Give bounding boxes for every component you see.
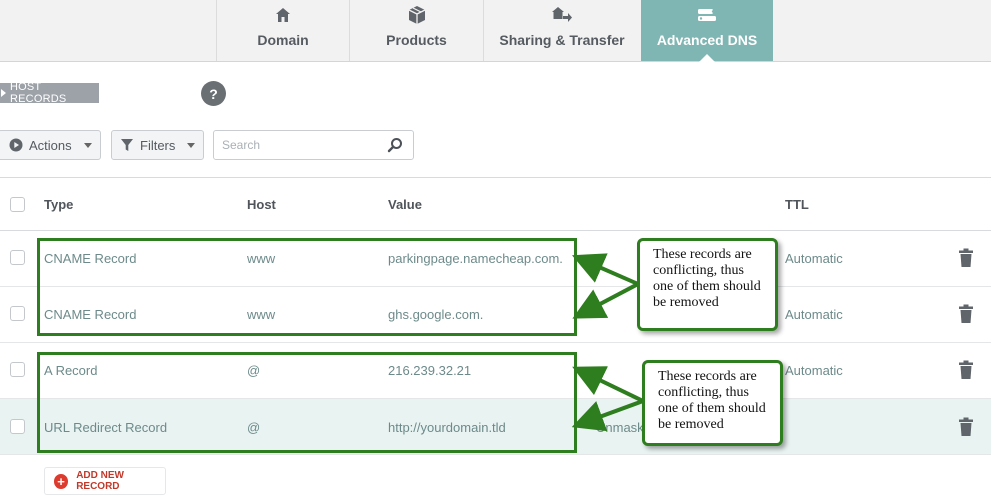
filters-dropdown-button[interactable]: Filters bbox=[111, 130, 204, 160]
host-records-label: HOST RECORDS bbox=[10, 81, 67, 105]
chevron-down-icon bbox=[83, 142, 92, 148]
actions-dropdown-button[interactable]: Actions bbox=[0, 130, 101, 160]
record-ttl: Automatic bbox=[785, 363, 843, 378]
dns-server-icon bbox=[696, 4, 718, 26]
plus-circle-icon: + bbox=[54, 473, 69, 489]
column-header-ttl[interactable]: TTL bbox=[785, 197, 809, 212]
tab-sharing-transfer-label: Sharing & Transfer bbox=[499, 32, 625, 48]
trash-icon[interactable] bbox=[958, 248, 974, 268]
filters-label: Filters bbox=[140, 137, 176, 153]
tab-domain[interactable]: Domain bbox=[216, 0, 349, 61]
annotation-callout: These records are conflicting, thus one … bbox=[637, 238, 778, 331]
row-checkbox[interactable] bbox=[10, 419, 25, 434]
select-all-checkbox[interactable] bbox=[10, 197, 25, 212]
tab-advanced-dns[interactable]: Advanced DNS bbox=[641, 0, 773, 62]
caret-right-icon bbox=[1, 89, 6, 97]
actions-label: Actions bbox=[29, 137, 72, 153]
domain-tab-bar: Domain Products Sharing & Transfer Advan… bbox=[0, 0, 991, 62]
conflict-highlight-box bbox=[37, 238, 577, 336]
play-circle-icon bbox=[9, 138, 23, 152]
filter-icon bbox=[121, 139, 133, 151]
record-ttl: Automatic bbox=[785, 307, 843, 322]
column-header-host[interactable]: Host bbox=[247, 197, 276, 212]
search-icon[interactable] bbox=[387, 137, 403, 153]
box-icon bbox=[406, 4, 428, 26]
add-new-record-label: ADD NEW RECORD bbox=[76, 470, 124, 492]
host-records-section-toggle[interactable]: HOST RECORDS bbox=[0, 81, 99, 105]
record-ttl: Automatic bbox=[785, 251, 843, 266]
table-header: Type Host Value TTL bbox=[0, 177, 991, 231]
tab-sharing-transfer[interactable]: Sharing & Transfer bbox=[483, 0, 640, 61]
trash-icon[interactable] bbox=[958, 304, 974, 324]
search-box bbox=[213, 130, 414, 160]
column-header-type[interactable]: Type bbox=[44, 197, 73, 212]
trash-icon[interactable] bbox=[958, 360, 974, 380]
tab-domain-label: Domain bbox=[257, 32, 309, 48]
column-header-value[interactable]: Value bbox=[388, 197, 422, 212]
search-input[interactable] bbox=[214, 131, 384, 159]
tab-products[interactable]: Products bbox=[349, 0, 483, 61]
tab-advanced-dns-label: Advanced DNS bbox=[656, 32, 758, 48]
annotation-callout: These records are conflicting, thus one … bbox=[642, 360, 783, 446]
chevron-down-icon bbox=[187, 142, 196, 148]
tab-products-label: Products bbox=[386, 32, 447, 48]
redirect-type: Unmask bbox=[596, 420, 644, 435]
row-checkbox[interactable] bbox=[10, 362, 25, 377]
row-checkbox[interactable] bbox=[10, 250, 25, 265]
transfer-icon bbox=[551, 4, 573, 26]
help-button[interactable]: ? bbox=[201, 81, 226, 106]
add-new-record-button[interactable]: + ADD NEW RECORD bbox=[44, 467, 166, 495]
row-checkbox[interactable] bbox=[10, 306, 25, 321]
trash-icon[interactable] bbox=[958, 417, 974, 437]
conflict-highlight-box bbox=[37, 352, 577, 453]
home-icon bbox=[272, 4, 294, 26]
